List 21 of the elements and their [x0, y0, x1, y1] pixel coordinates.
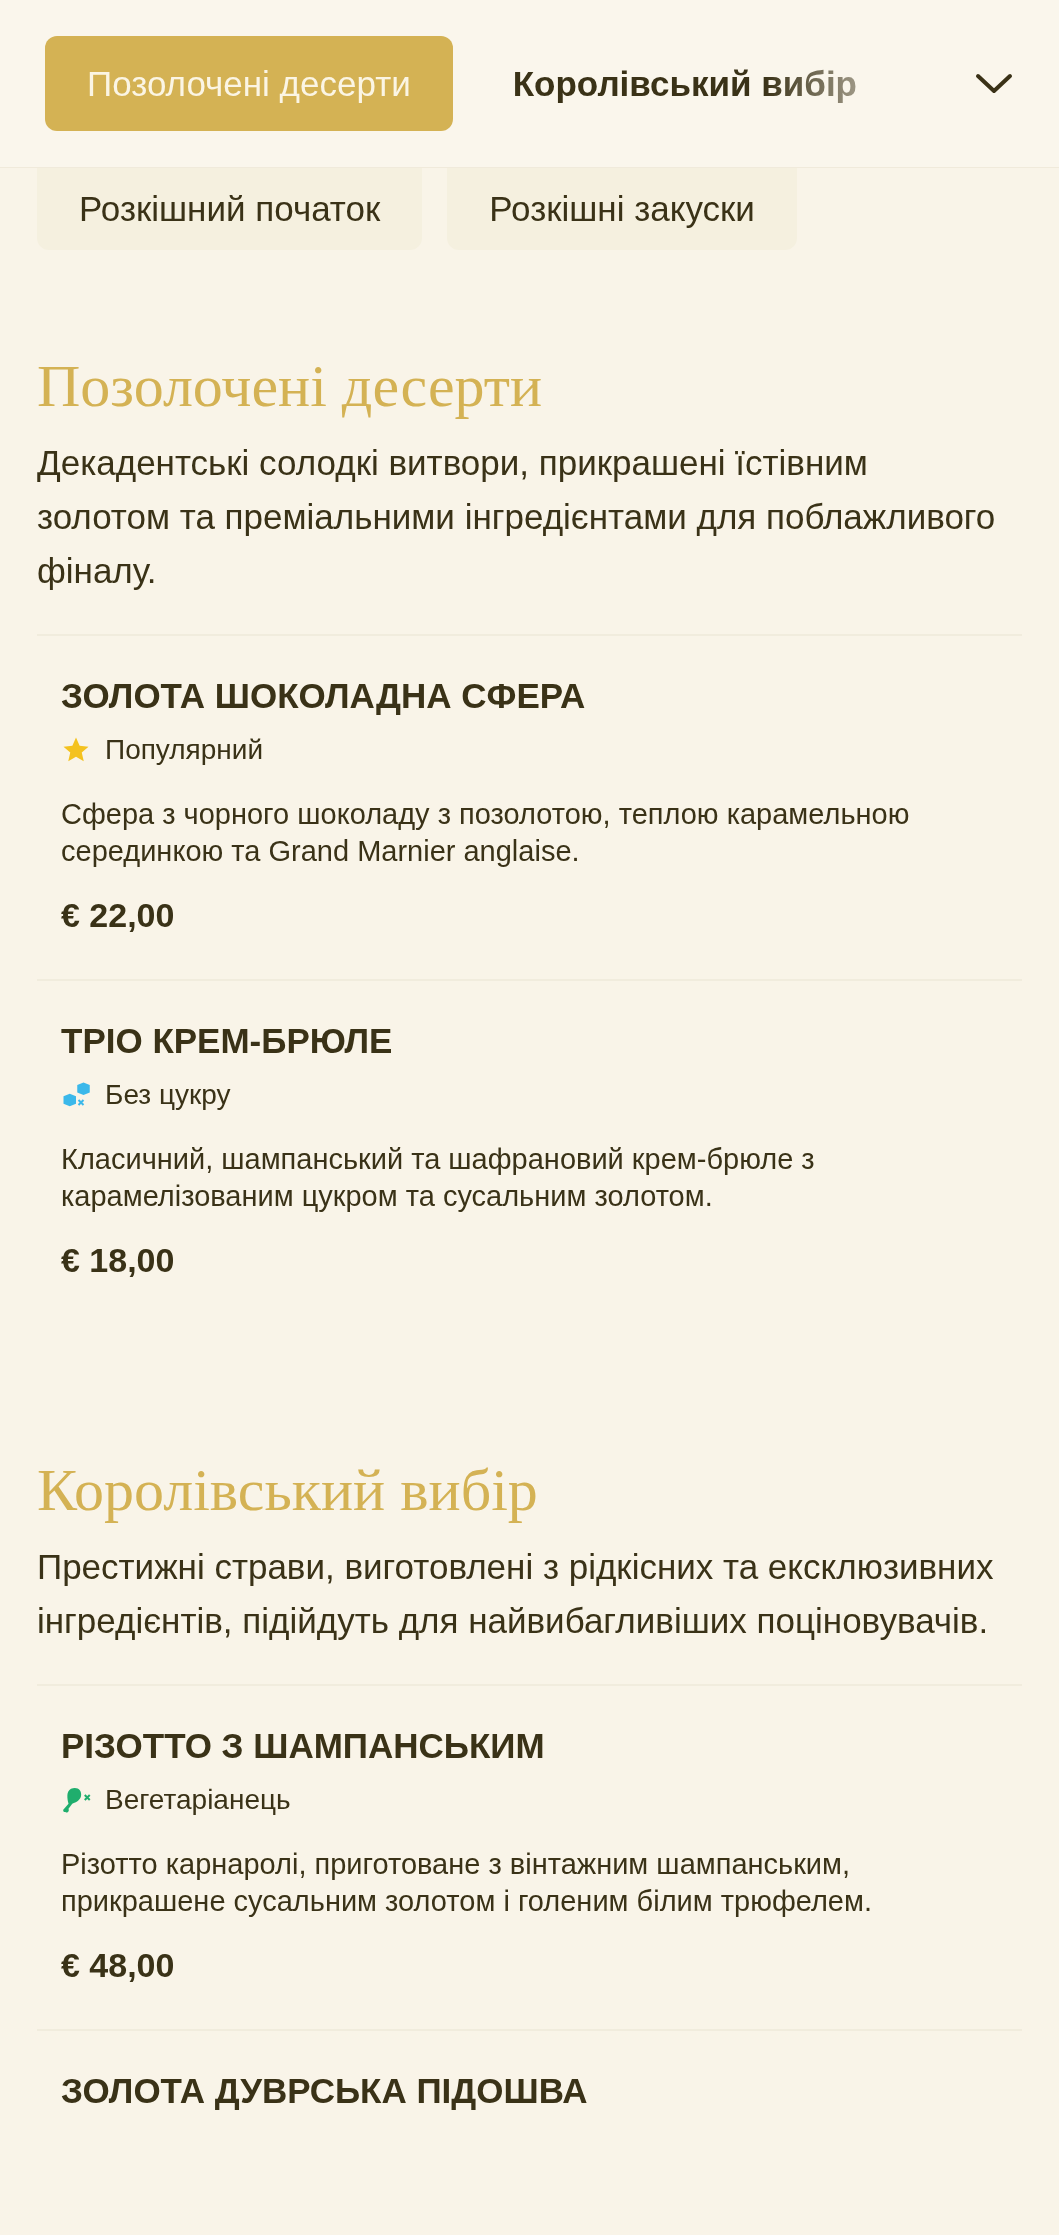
drumstick-icon — [61, 1785, 91, 1815]
dish-price: € 22,00 — [61, 896, 176, 935]
dish-tag: Популярний — [105, 734, 264, 766]
dish-description: Класичний, шампанський та шафрановий крем-брюле з карамелізованим цукром та сусальним золотом. — [61, 1142, 816, 1214]
dish-name: ТРІО КРЕМ-БРЮЛЕ — [61, 1020, 394, 1062]
dish-tag: Без цукру — [105, 1079, 231, 1111]
section-description: Декадентські солодкі витвори, прикрашені їстівним золотом та преміальними інгредієнтами для поблажливого фіналу. — [37, 442, 997, 592]
category-tab[interactable]: Розкішні закуски — [447, 168, 797, 250]
dish-name: ЗОЛОТА ШОКОЛАДНА СФЕРА — [61, 675, 587, 717]
section-title: Королівський вибір — [37, 1456, 539, 1525]
dish-tag: Вегетаріанець — [105, 1784, 291, 1816]
dish-name: РІЗОТТО З ШАМПАНСЬКИМ — [61, 1725, 546, 1767]
category-tab[interactable]: Королівський вибір — [502, 36, 867, 131]
dish-price: € 18,00 — [61, 1241, 176, 1280]
category-tab[interactable]: Розкішний початок — [37, 168, 423, 250]
dish-description: Сфера з чорного шоколаду з позолотою, теплою карамельною серединкою та Grand Marnier anglaise. — [61, 797, 911, 869]
section-description: Престижні страви, виготовлені з рідкісних та ексклюзивних інгредієнтів, підійдуть для найвибагливіших поціновувачів. — [37, 1546, 995, 1642]
dish-name: ЗОЛОТА ДУВРСЬКА ПІДОШВА — [61, 2070, 589, 2112]
dish-description: Різотто карнаролі, приготоване з вінтажним шампанським, прикрашене сусальним золотом і голеним білим трюфелем. — [61, 1847, 873, 1919]
dish-price: € 48,00 — [61, 1946, 176, 1985]
section-title: Позолочені десерти — [37, 352, 544, 421]
